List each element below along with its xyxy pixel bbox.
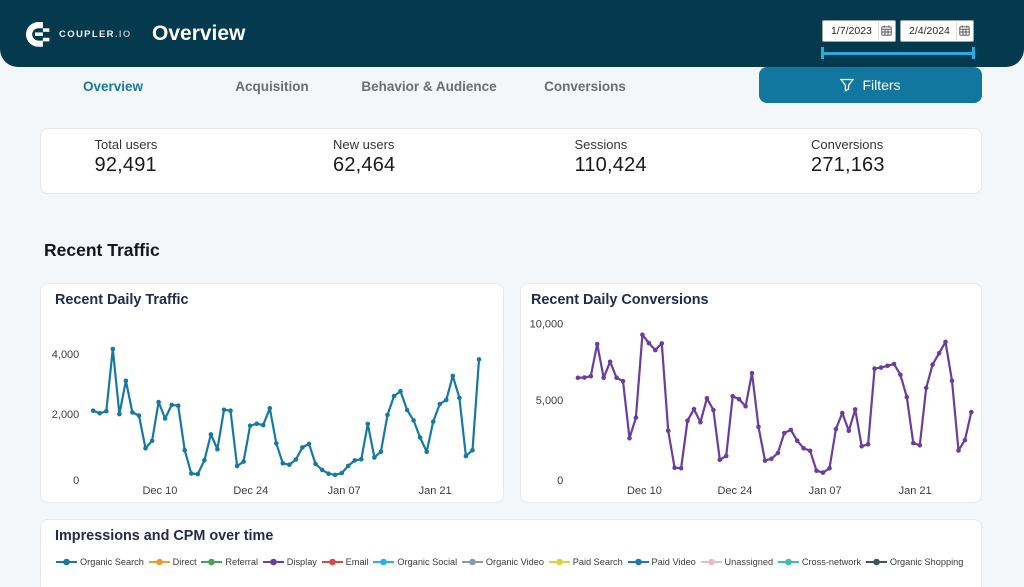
svg-text:0: 0 — [557, 475, 563, 487]
svg-text:10,000: 10,000 — [530, 319, 564, 331]
svg-text:Jan 07: Jan 07 — [809, 485, 842, 497]
svg-text:Dec 10: Dec 10 — [142, 485, 177, 497]
svg-text:Jan 07: Jan 07 — [328, 485, 361, 497]
svg-text:4,000: 4,000 — [52, 349, 80, 361]
svg-text:Jan 21: Jan 21 — [899, 485, 932, 497]
svg-text:Dec 24: Dec 24 — [717, 485, 752, 497]
svg-text:Dec 24: Dec 24 — [233, 485, 268, 497]
svg-text:Jan 21: Jan 21 — [419, 485, 452, 497]
svg-text:Dec 10: Dec 10 — [627, 485, 662, 497]
svg-text:2,000: 2,000 — [52, 409, 80, 421]
svg-text:5,000: 5,000 — [536, 395, 564, 407]
svg-text:0: 0 — [73, 475, 79, 487]
